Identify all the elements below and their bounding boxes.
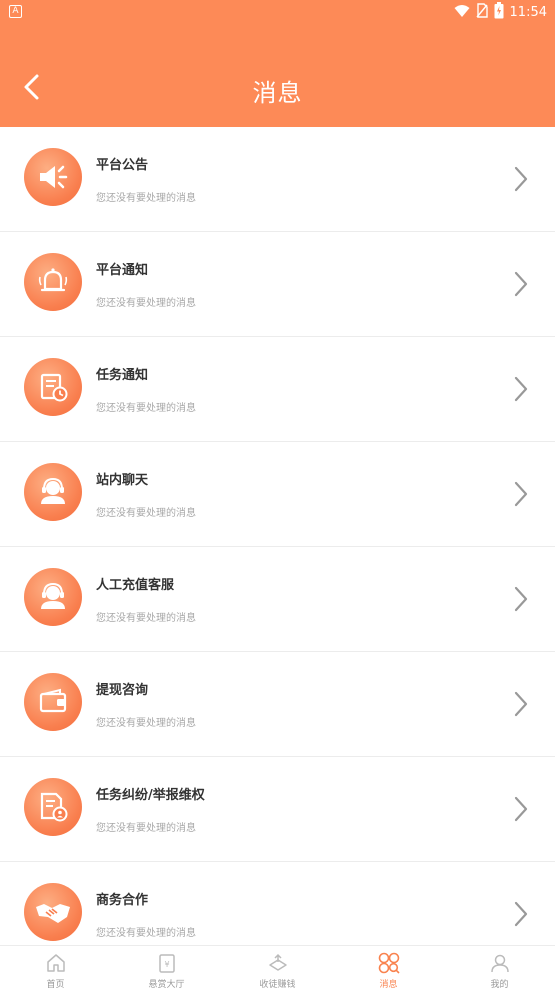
chevron-right-icon [514, 376, 528, 402]
task-clock-icon [24, 358, 82, 416]
item-title: 站内聊天 [96, 473, 149, 488]
item-title: 人工充值客服 [96, 578, 175, 593]
item-subtitle: 您还没有要处理的消息 [96, 193, 196, 204]
chevron-right-icon [514, 481, 528, 507]
handshake-icon [24, 883, 82, 941]
app-root: A 11:54 消息 平台公告 您还没有要处理的消息 平台通知 您还没有要处理的… [0, 0, 555, 993]
status-right: 11:54 [454, 1, 547, 23]
page-title: 消息 [252, 79, 303, 107]
item-subtitle: 您还没有要处理的消息 [96, 613, 196, 624]
bottom-nav: 首页 ¥ 悬赏大厅 收徒赚钱 消息 我的 [0, 945, 555, 993]
nav-item-earn[interactable]: 收徒赚钱 [222, 946, 333, 993]
nav-label: 消息 [379, 980, 398, 990]
item-title: 平台公告 [96, 158, 149, 173]
megaphone-icon [24, 148, 82, 206]
item-title: 提现咨询 [96, 683, 149, 698]
status-time: 11:54 [509, 4, 547, 20]
nav-item-reward-hall[interactable]: ¥ 悬赏大厅 [111, 946, 222, 993]
nav-label: 我的 [490, 980, 509, 990]
item-subtitle: 您还没有要处理的消息 [96, 928, 196, 939]
svg-text:¥: ¥ [164, 960, 169, 969]
wifi-icon [454, 3, 470, 22]
no-sim-icon [475, 2, 488, 22]
chevron-right-icon [514, 691, 528, 717]
chevron-right-icon [514, 271, 528, 297]
item-subtitle: 您还没有要处理的消息 [96, 718, 196, 729]
notification-badge: A [9, 5, 22, 18]
message-item-platform-notice[interactable]: 平台通知 您还没有要处理的消息 [0, 232, 555, 337]
message-item-onsite-chat[interactable]: 站内聊天 您还没有要处理的消息 [0, 442, 555, 547]
nav-item-home[interactable]: 首页 [0, 946, 111, 993]
item-subtitle: 您还没有要处理的消息 [96, 508, 196, 519]
nav-label: 首页 [46, 980, 65, 990]
item-subtitle: 您还没有要处理的消息 [96, 403, 196, 414]
message-grid-icon [377, 951, 401, 975]
item-title: 任务通知 [96, 368, 149, 383]
battery-icon [494, 1, 504, 23]
earn-icon [266, 951, 290, 975]
message-item-withdrawal-consult[interactable]: 提现咨询 您还没有要处理的消息 [0, 652, 555, 757]
item-subtitle: 您还没有要处理的消息 [96, 823, 196, 834]
message-item-task-notice[interactable]: 任务通知 您还没有要处理的消息 [0, 337, 555, 442]
chevron-right-icon [514, 166, 528, 192]
status-bar: A 11:54 [0, 0, 555, 24]
document-person-icon [24, 778, 82, 836]
message-item-task-dispute[interactable]: 任务纠纷/举报维权 您还没有要处理的消息 [0, 757, 555, 862]
item-title: 商务合作 [96, 893, 149, 908]
bell-icon [24, 253, 82, 311]
title-bar: 消息 [0, 55, 555, 121]
item-title: 平台通知 [96, 263, 149, 278]
item-subtitle: 您还没有要处理的消息 [96, 298, 196, 309]
nav-label: 收徒赚钱 [259, 980, 296, 990]
nav-item-messages[interactable]: 消息 [333, 946, 444, 993]
chevron-right-icon [514, 586, 528, 612]
message-item-recharge-service[interactable]: 人工充值客服 您还没有要处理的消息 [0, 547, 555, 652]
nav-item-profile[interactable]: 我的 [444, 946, 555, 993]
chevron-right-icon [514, 901, 528, 927]
home-icon [44, 951, 68, 975]
reward-hall-icon: ¥ [155, 951, 179, 975]
chevron-right-icon [514, 796, 528, 822]
wallet-icon [24, 673, 82, 731]
user-icon [488, 951, 512, 975]
message-item-platform-announcement[interactable]: 平台公告 您还没有要处理的消息 [0, 127, 555, 232]
nav-label: 悬赏大厅 [148, 980, 185, 990]
header: A 11:54 消息 [0, 0, 555, 127]
headset-agent-icon [24, 568, 82, 626]
item-title: 任务纠纷/举报维权 [96, 788, 205, 803]
headset-agent-icon [24, 463, 82, 521]
message-list: 平台公告 您还没有要处理的消息 平台通知 您还没有要处理的消息 任务通知 您还没… [0, 127, 555, 967]
